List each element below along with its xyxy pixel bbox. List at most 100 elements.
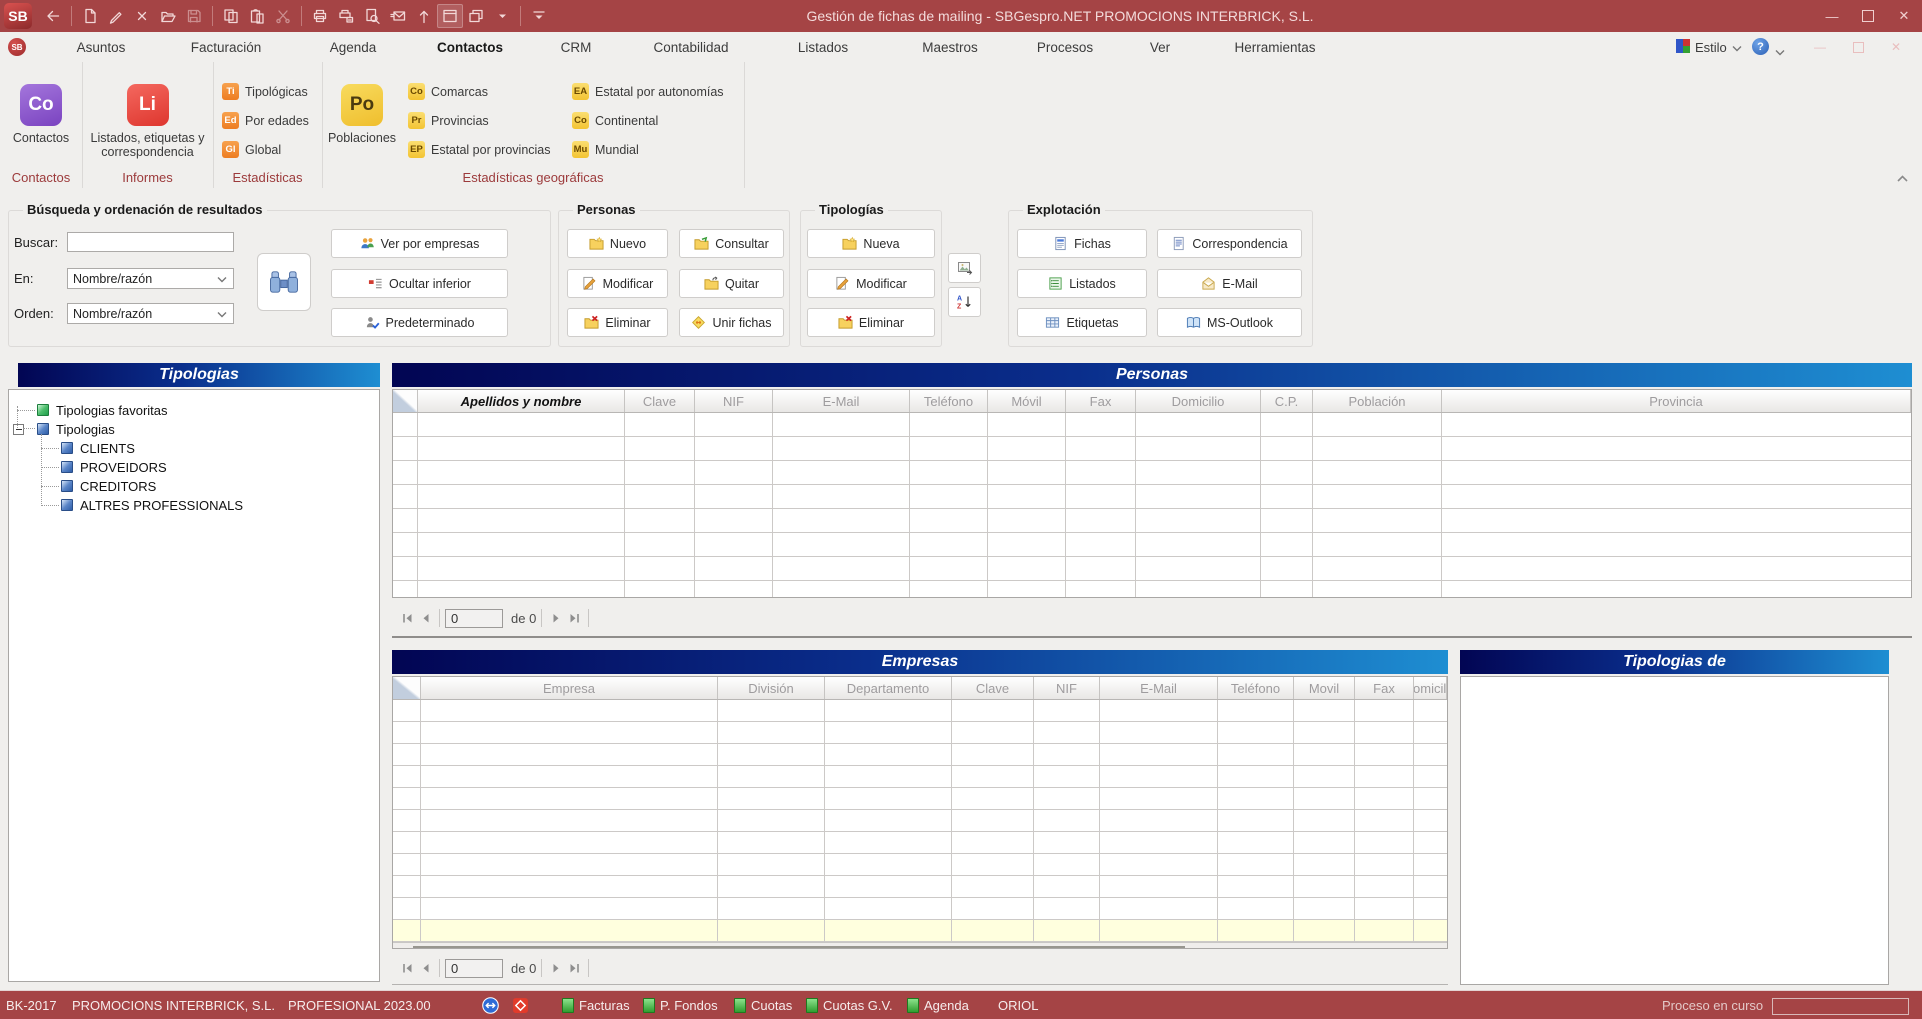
tree-item-altres-professionals[interactable]: ALTRES PROFESSIONALS (61, 496, 243, 514)
personas-nuevo-button[interactable]: Nuevo (567, 229, 668, 258)
app-menu-logo-icon[interactable]: SB (8, 38, 26, 56)
explotacion-fichas-button[interactable]: Fichas (1017, 229, 1147, 258)
save-disk-icon[interactable] (181, 3, 207, 29)
empresas-page-input[interactable]: 0 (445, 959, 503, 978)
ribbon-item-continental[interactable]: CoContinental (572, 112, 658, 129)
column-header-apellidos-y-nombre[interactable]: Apellidos y nombre (418, 390, 625, 412)
column-header-fax[interactable]: Fax (1066, 390, 1136, 412)
module-pfondos[interactable]: P. Fondos (643, 991, 718, 1019)
table-row[interactable] (393, 744, 1447, 766)
sync-red-icon[interactable] (512, 991, 529, 1019)
column-header-e-mail[interactable]: E-Mail (773, 390, 910, 412)
style-selector[interactable]: Estilo (1676, 36, 1742, 58)
table-row[interactable] (393, 413, 1911, 437)
tab-listados[interactable]: Listados (798, 32, 848, 62)
edit-pencil-icon[interactable] (103, 3, 129, 29)
tree-item-clients[interactable]: CLIENTS (61, 439, 135, 457)
column-header-domicilio[interactable]: Domicilio (1136, 390, 1261, 412)
pager-first-button[interactable] (398, 609, 416, 627)
column-header-clave[interactable]: Clave (952, 677, 1034, 699)
ribbon-item-estatal-por-autonomías[interactable]: EAEstatal por autonomías (572, 83, 724, 100)
copy-icon[interactable] (218, 3, 244, 29)
table-row[interactable] (393, 810, 1447, 832)
pager-previous-button[interactable] (416, 609, 434, 627)
horizontal-scrollbar[interactable] (393, 942, 1447, 949)
export-up-icon[interactable] (411, 3, 437, 29)
personas-page-input[interactable]: 0 (445, 609, 503, 628)
remote-blue-icon[interactable] (482, 991, 499, 1019)
column-header-clave[interactable]: Clave (625, 390, 695, 412)
ribbon-button-contactos[interactable]: CoContactos (0, 84, 82, 145)
table-row[interactable] (393, 876, 1447, 898)
print-export-icon[interactable] (333, 3, 359, 29)
toolbar-menu-icon[interactable] (526, 3, 552, 29)
print-preview-icon[interactable] (359, 3, 385, 29)
image-assign-button[interactable] (948, 253, 981, 283)
column-header-teléfono[interactable]: Teléfono (1218, 677, 1294, 699)
column-header-móvil[interactable]: Móvil (988, 390, 1066, 412)
search-in-select[interactable]: Nombre/razón (67, 268, 234, 289)
search-order-select[interactable]: Nombre/razón (67, 303, 234, 324)
tab-contabilidad[interactable]: Contabilidad (653, 32, 728, 62)
tab-procesos[interactable]: Procesos (1037, 32, 1093, 62)
table-row[interactable] (393, 485, 1911, 509)
column-header-departamento[interactable]: Departamento (825, 677, 952, 699)
help-chevron-down-icon[interactable] (1775, 44, 1785, 59)
table-row[interactable] (393, 533, 1911, 557)
pager-last-button[interactable] (565, 609, 583, 627)
personas-consultar-button[interactable]: Consultar (679, 229, 784, 258)
column-header-nif[interactable]: NIF (1034, 677, 1100, 699)
send-mail-icon[interactable] (385, 3, 411, 29)
table-row[interactable] (393, 854, 1447, 876)
column-header-movil[interactable]: Movil (1294, 677, 1355, 699)
window-form-icon[interactable] (437, 4, 463, 28)
table-row[interactable] (393, 788, 1447, 810)
table-row[interactable] (393, 832, 1447, 854)
table-row[interactable] (393, 766, 1447, 788)
personas-quitar-button[interactable]: Quitar (679, 269, 784, 298)
print-icon[interactable] (307, 3, 333, 29)
close-button[interactable]: ✕ (1886, 0, 1922, 32)
open-folder-icon[interactable] (155, 3, 181, 29)
sort-az-button[interactable]: AZ (948, 287, 981, 317)
tab-contactos[interactable]: Contactos (437, 32, 503, 62)
search-button[interactable] (257, 253, 311, 311)
column-header-teléfono[interactable]: Teléfono (910, 390, 988, 412)
pager-next-button[interactable] (547, 959, 565, 977)
inner-maximize-button[interactable] (1850, 42, 1866, 53)
pager-last-button[interactable] (565, 959, 583, 977)
ribbon-button-poblaciones[interactable]: PoPoblaciones (321, 84, 403, 145)
personas-eliminar-button[interactable]: Eliminar (567, 308, 668, 337)
column-header-empresa[interactable]: Empresa (421, 677, 718, 699)
back-arrow-icon[interactable] (40, 3, 66, 29)
search-input[interactable] (67, 232, 234, 252)
delete-x-icon[interactable] (129, 3, 155, 29)
module-agenda[interactable]: Agenda (907, 991, 969, 1019)
table-row[interactable] (393, 581, 1911, 598)
help-icon[interactable]: ? (1752, 38, 1769, 55)
personas-modificar-button[interactable]: Modificar (567, 269, 668, 298)
ribbon-item-global[interactable]: GlGlobal (222, 141, 281, 158)
ribbon-item-por-edades[interactable]: EdPor edades (222, 112, 309, 129)
table-row[interactable] (393, 722, 1447, 744)
column-header-c-p-[interactable]: C.P. (1261, 390, 1313, 412)
module-facturas[interactable]: Facturas (562, 991, 630, 1019)
explotacion-correspondencia-button[interactable]: Correspondencia (1157, 229, 1302, 258)
tree-item-proveidors[interactable]: PROVEIDORS (61, 458, 167, 476)
ribbon-item-mundial[interactable]: MuMundial (572, 141, 639, 158)
tab-herramientas[interactable]: Herramientas (1234, 32, 1315, 62)
column-header-fax[interactable]: Fax (1355, 677, 1414, 699)
pager-next-button[interactable] (547, 609, 565, 627)
tree-item-creditors[interactable]: CREDITORS (61, 477, 156, 495)
tab-facturación[interactable]: Facturación (191, 32, 262, 62)
tree-item-tipologias[interactable]: Tipologias (37, 420, 115, 438)
table-row[interactable] (393, 920, 1447, 942)
ocultar-inferior-button[interactable]: Ocultar inferior (331, 269, 508, 298)
table-row[interactable] (393, 557, 1911, 581)
explotacion-listados-button[interactable]: Listados (1017, 269, 1147, 298)
minimize-button[interactable]: — (1814, 0, 1850, 32)
ribbon-item-estatal-por-provincias[interactable]: EPEstatal por provincias (408, 141, 551, 158)
column-header-nif[interactable]: NIF (695, 390, 773, 412)
ver-por-empresas-button[interactable]: Ver por empresas (331, 229, 508, 258)
column-header-población[interactable]: Población (1313, 390, 1442, 412)
